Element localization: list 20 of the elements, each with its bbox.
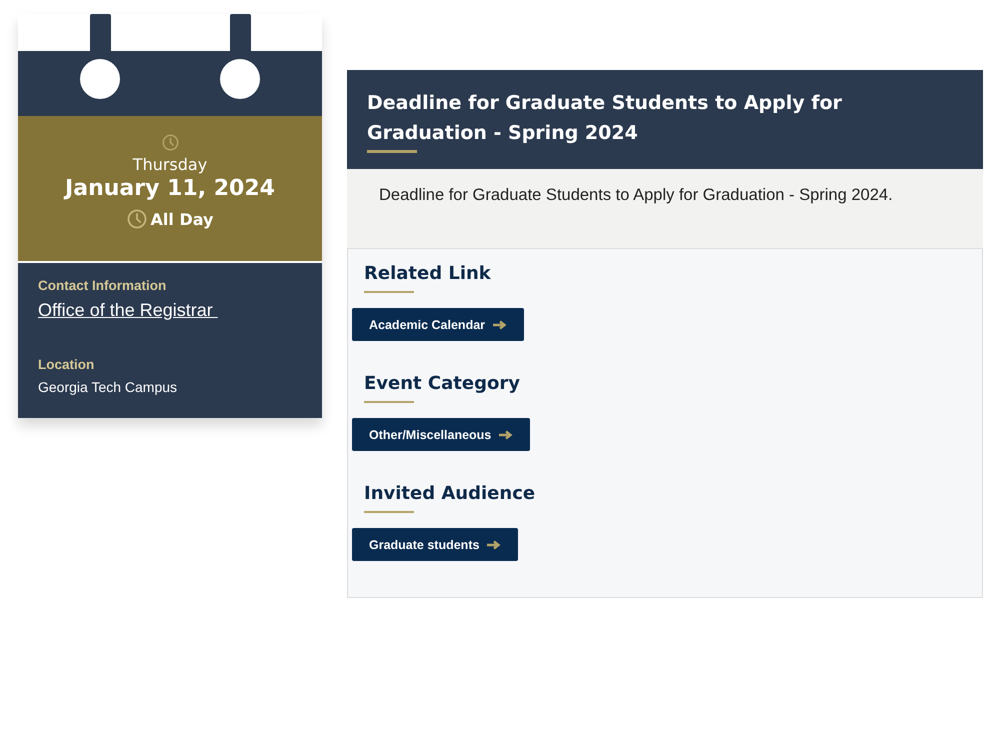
section-heading: Related Link [364, 263, 492, 284]
link-button[interactable]: Academic Calendar [352, 308, 524, 341]
arrow-icon [493, 320, 508, 330]
event-title: Deadline for Graduate Students to Apply for Graduation - Spring 2024 [367, 91, 843, 146]
date-text: January 11, 2024 [65, 176, 275, 201]
time-text: All Day [150, 210, 214, 228]
arrow-icon [499, 430, 514, 440]
contact-label: Contact Information [38, 278, 168, 293]
clock-icon [126, 209, 147, 229]
section-heading: Event Category [364, 373, 521, 394]
location-text: Georgia Tech Campus [38, 379, 178, 395]
section-heading: Invited Audience [364, 483, 536, 504]
location-label: Location [38, 357, 96, 372]
link-button[interactable]: Graduate students [352, 528, 518, 561]
link-button[interactable]: Other/Miscellaneous [352, 418, 530, 451]
arrow-icon [487, 540, 502, 550]
weekday-text: Thursday [132, 155, 208, 174]
clock-icon [162, 134, 178, 151]
registrar-link[interactable]: Office of the Registrar [38, 300, 218, 321]
event-description: Deadline for Graduate Students to Apply for Graduation - Spring 2024. [379, 186, 894, 205]
